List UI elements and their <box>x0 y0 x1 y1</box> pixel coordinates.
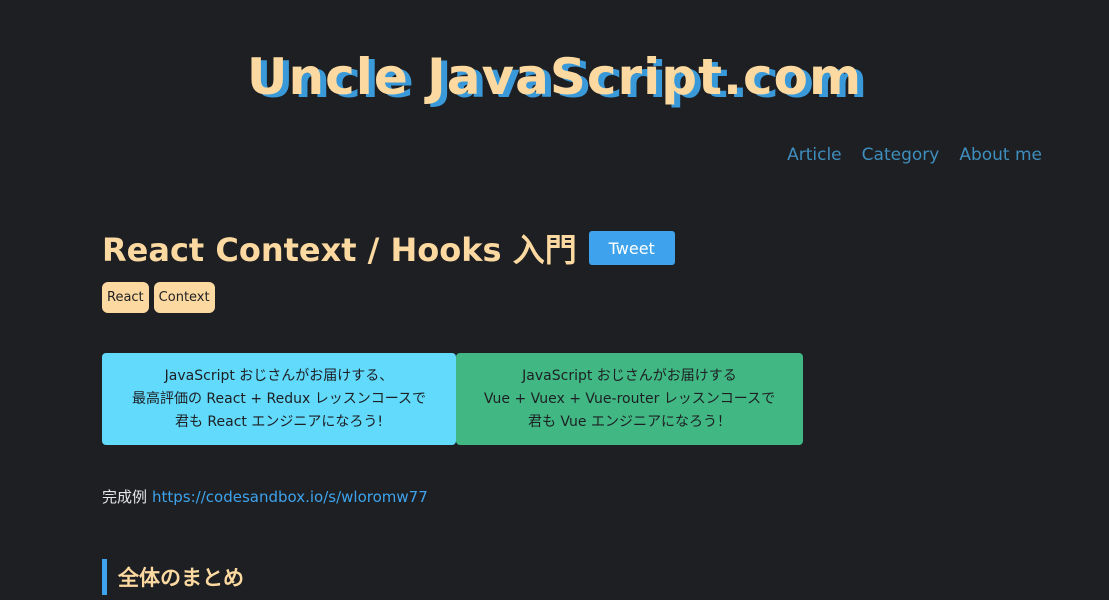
nav-item-about-me[interactable]: About me <box>959 145 1042 165</box>
article-header: React Context / Hooks 入門 Tweet <box>102 225 675 271</box>
section-heading: 全体のまとめ <box>102 559 244 595</box>
vue-banner-line: Vue + Vuex + Vue-router レッスンコースで <box>483 390 776 407</box>
vue-course-banner[interactable]: JavaScript おじさんがお届けする Vue + Vuex + Vue-r… <box>456 353 803 445</box>
example-line: 完成例 https://codesandbox.io/s/wloromw77 <box>102 486 428 507</box>
react-banner-line: 最高評価の React + Redux レッスンコースで <box>131 390 427 407</box>
tag-react[interactable]: React <box>102 282 149 313</box>
example-link[interactable]: https://codesandbox.io/s/wloromw77 <box>152 488 428 506</box>
page: Uncle JavaScript.com Article Category Ab… <box>0 0 1109 600</box>
vue-banner-line: 君も Vue エンジニアになろう！ <box>527 413 731 430</box>
course-banners: JavaScript おじさんがお届けする、 最高評価の React + Red… <box>102 353 803 445</box>
article-title: React Context / Hooks 入門 <box>102 231 577 269</box>
react-course-banner[interactable]: JavaScript おじさんがお届けする、 最高評価の React + Red… <box>102 353 456 445</box>
main-nav: Article Category About me <box>787 145 1042 165</box>
tweet-button[interactable]: Tweet <box>588 231 675 265</box>
vue-banner-line: JavaScript おじさんがお届けする <box>522 367 737 384</box>
example-label: 完成例 <box>102 488 148 506</box>
tag-context[interactable]: Context <box>153 282 215 313</box>
react-banner-line: JavaScript おじさんがお届けする、 <box>164 367 394 384</box>
section-heading-text: 全体のまとめ <box>118 566 244 590</box>
nav-item-category[interactable]: Category <box>862 145 940 165</box>
tag-list: React Context <box>102 282 215 313</box>
react-banner-line: 君も React エンジニアになろう! <box>174 413 383 430</box>
nav-item-article[interactable]: Article <box>787 145 842 165</box>
site-title-link[interactable]: Uncle JavaScript.com <box>0 48 1109 106</box>
